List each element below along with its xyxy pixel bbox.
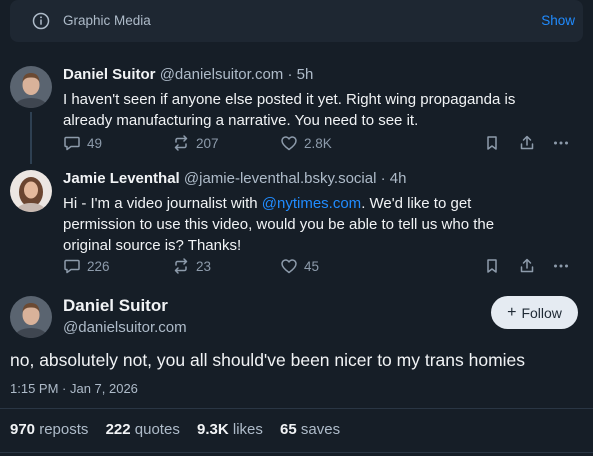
more-icon (554, 264, 568, 268)
post-text: I haven't seen if anyone else posted it … (63, 91, 516, 129)
main-author-handle[interactable]: @danielsuitor.com (63, 319, 187, 336)
quotes-stat[interactable]: 222 quotes (106, 421, 180, 438)
share-button[interactable] (518, 133, 536, 153)
like-count: 2.8K (304, 135, 332, 151)
show-media-button[interactable]: Show (541, 13, 575, 28)
bookmark-button[interactable] (483, 256, 501, 276)
post-actions: 49 207 2.8K (63, 133, 578, 153)
post-text: Hi - I'm a video journalist with @nytime… (63, 193, 533, 256)
mention-link[interactable]: @nytimes.com (262, 195, 361, 212)
author-handle[interactable]: @jamie-leventhal.bsky.social (184, 170, 377, 187)
author-handle[interactable]: @danielsuitor.com (160, 66, 284, 83)
post-text-start: Hi - I'm a video journalist with (63, 195, 262, 212)
thread-view: Graphic Media Show Daniel Suitor @daniel… (0, 0, 593, 456)
likes-stat[interactable]: 9.3K likes (197, 421, 263, 438)
more-options-button[interactable] (552, 256, 570, 276)
graphic-media-banner: Graphic Media Show (10, 0, 583, 42)
repost-icon (174, 135, 188, 151)
repost-button[interactable]: 207 (172, 133, 219, 153)
repost-count: 207 (196, 135, 219, 151)
post-header: Daniel Suitor @danielsuitor.com · 5h (63, 66, 313, 83)
reply-button[interactable]: 49 (63, 133, 102, 153)
author-name[interactable]: Jamie Leventhal (63, 170, 180, 187)
divider (0, 408, 593, 409)
reply-icon (64, 259, 80, 274)
more-icon (554, 141, 568, 145)
bookmark-icon (487, 136, 497, 150)
share-icon (520, 258, 534, 273)
follow-button[interactable]: + Follow (491, 296, 578, 329)
avatar[interactable] (10, 170, 52, 212)
main-author-name[interactable]: Daniel Suitor (63, 296, 168, 316)
avatar[interactable] (10, 296, 52, 338)
post-actions: 226 23 45 (63, 256, 578, 276)
post-time: · 5h (287, 66, 314, 83)
main-post-text: no, absolutely not, you all should've be… (10, 350, 526, 370)
reposts-stat[interactable]: 970 reposts (10, 421, 88, 438)
heart-icon (281, 259, 297, 274)
repost-count: 23 (196, 258, 212, 274)
heart-icon (281, 136, 297, 151)
like-count: 45 (304, 258, 320, 274)
avatar[interactable] (10, 66, 52, 108)
info-icon (32, 12, 50, 30)
reply-icon (64, 136, 80, 151)
repost-button[interactable]: 23 (172, 256, 211, 276)
reply-button[interactable]: 226 (63, 256, 110, 276)
thread-line (30, 112, 32, 164)
bookmark-button[interactable] (483, 133, 501, 153)
post-stats: 970 reposts 222 quotes 9.3K likes 65 sav… (10, 421, 353, 438)
post-header: Jamie Leventhal @jamie-leventhal.bsky.so… (63, 170, 406, 187)
like-button[interactable]: 2.8K (280, 133, 332, 153)
repost-icon (174, 258, 188, 274)
graphic-media-label: Graphic Media (63, 13, 151, 28)
author-name[interactable]: Daniel Suitor (63, 66, 156, 83)
divider (0, 452, 593, 453)
like-button[interactable]: 45 (280, 256, 319, 276)
share-button[interactable] (518, 256, 536, 276)
plus-icon: + (507, 303, 517, 321)
main-post-timestamp[interactable]: 1:15 PM · Jan 7, 2026 (10, 381, 138, 396)
post-time: · 4h (380, 170, 407, 187)
bookmark-icon (487, 259, 497, 273)
share-icon (520, 135, 534, 150)
more-options-button[interactable] (552, 133, 570, 153)
reply-count: 226 (87, 258, 110, 274)
reply-count: 49 (87, 135, 103, 151)
saves-stat[interactable]: 65 saves (280, 421, 340, 438)
follow-label: Follow (521, 304, 562, 321)
